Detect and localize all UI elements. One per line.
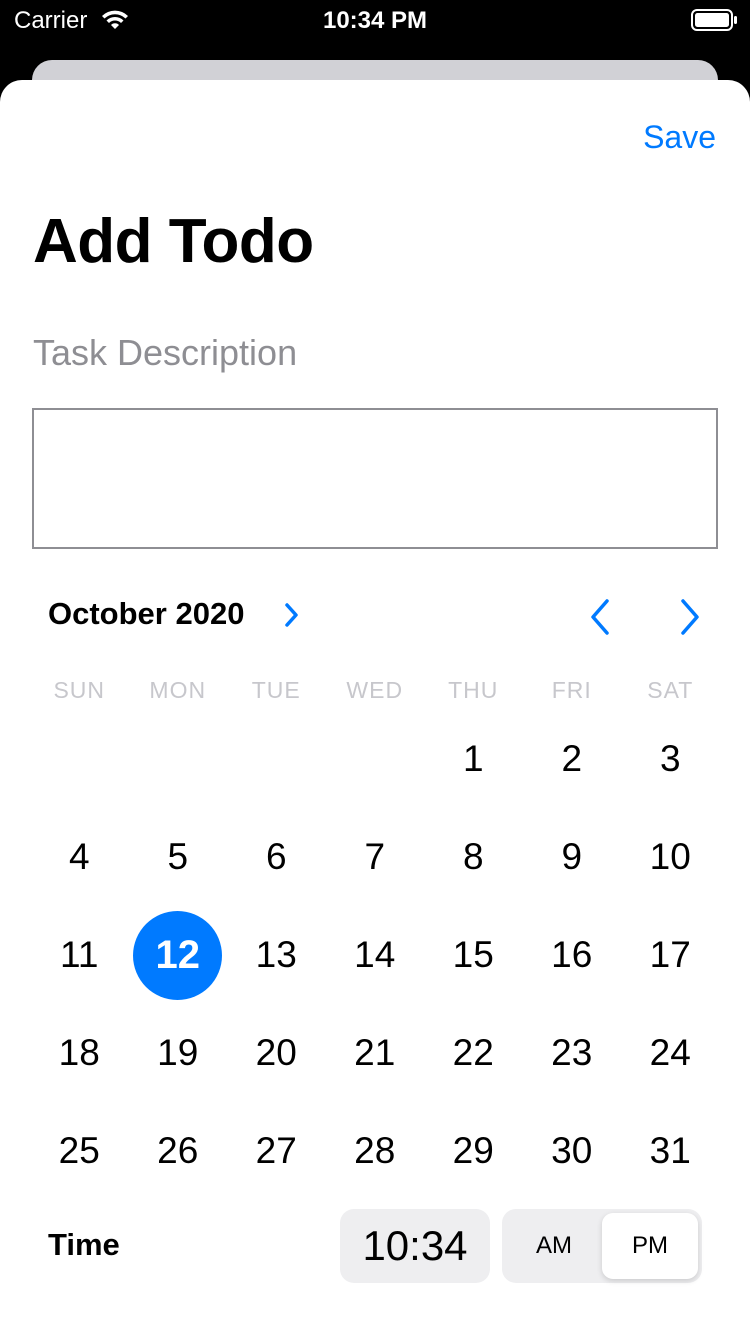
weekday-label: FRI (551, 677, 592, 703)
empty-day-cell (30, 710, 129, 808)
calendar-day[interactable]: 3 (621, 710, 720, 808)
calendar-day[interactable]: 29 (424, 1102, 523, 1200)
calendar-day[interactable]: 16 (523, 906, 622, 1004)
chevron-right-icon[interactable] (284, 602, 300, 633)
status-time: 10:34 PM (322, 7, 428, 34)
weekday-label: TUE (251, 677, 301, 703)
calendar-day-number: 17 (649, 934, 691, 975)
calendar-day-number: 1 (462, 738, 484, 779)
calendar-day-number: 21 (354, 1032, 396, 1073)
calendar-day-number: 4 (68, 836, 90, 877)
calendar-day-number: 7 (364, 836, 386, 877)
calendar-day-number: 6 (265, 836, 287, 877)
month-year-label[interactable]: October 2020 (48, 596, 244, 632)
weekday-label: MON (149, 677, 207, 703)
calendar-day-number: 22 (452, 1032, 494, 1073)
calendar-day[interactable]: 1 (424, 710, 523, 808)
calendar-day-number: 13 (255, 934, 297, 975)
calendar-day[interactable]: 23 (523, 1004, 622, 1102)
calendar-day[interactable]: 9 (523, 808, 622, 906)
weekday-label: WED (346, 677, 404, 703)
calendar-day-number: 26 (157, 1130, 199, 1171)
calendar-day-number: 27 (255, 1130, 297, 1171)
calendar-day[interactable]: 8 (424, 808, 523, 906)
weekday-label: THU (448, 677, 499, 703)
calendar-day[interactable]: 2 (523, 710, 622, 808)
calendar-day[interactable]: 31 (621, 1102, 720, 1200)
battery-icon (691, 9, 737, 38)
pm-segment[interactable]: PM (602, 1213, 698, 1279)
calendar-day-number: 31 (649, 1130, 691, 1171)
calendar-day-number: 15 (452, 934, 494, 975)
calendar-day[interactable]: 18 (30, 1004, 129, 1102)
calendar-day-selected[interactable]: 12 (129, 906, 228, 1004)
calendar-day-number: 20 (255, 1032, 297, 1073)
calendar-day-number: 10 (649, 836, 691, 877)
calendar-day[interactable]: 17 (621, 906, 720, 1004)
calendar-day[interactable]: 24 (621, 1004, 720, 1102)
add-todo-sheet: Save Add Todo Task Description October 2… (0, 80, 750, 1334)
calendar-day-number: 5 (167, 836, 189, 877)
calendar-day-number: 28 (354, 1130, 396, 1171)
previous-month-button[interactable] (586, 597, 614, 642)
calendar-day[interactable]: 11 (30, 906, 129, 1004)
calendar-day[interactable]: 22 (424, 1004, 523, 1102)
empty-day-cell (326, 710, 425, 808)
calendar-day[interactable]: 26 (129, 1102, 228, 1200)
calendar-day-number: 16 (551, 934, 593, 975)
task-description-input[interactable] (32, 408, 718, 549)
calendar-day[interactable]: 14 (326, 906, 425, 1004)
save-button[interactable]: Save (643, 119, 716, 156)
calendar-day-number: 12 (133, 910, 223, 1000)
calendar-day-number: 14 (354, 934, 396, 975)
weekday-label: SAT (647, 677, 694, 703)
calendar-day[interactable]: 4 (30, 808, 129, 906)
calendar-day-number: 11 (60, 934, 99, 975)
calendar-day[interactable]: 27 (227, 1102, 326, 1200)
calendar-day[interactable]: 28 (326, 1102, 425, 1200)
calendar-day[interactable]: 7 (326, 808, 425, 906)
calendar-day[interactable]: 5 (129, 808, 228, 906)
calendar-day-number: 25 (58, 1130, 100, 1171)
calendar-day-number: 29 (452, 1130, 494, 1171)
calendar-day-number: 24 (649, 1032, 691, 1073)
calendar-day[interactable]: 13 (227, 906, 326, 1004)
calendar-day[interactable]: 30 (523, 1102, 622, 1200)
calendar-day[interactable]: 15 (424, 906, 523, 1004)
calendar-day-number: 30 (551, 1130, 593, 1171)
calendar-day-number: 19 (157, 1032, 199, 1073)
am-segment[interactable]: AM (506, 1213, 602, 1279)
status-bar: Carrier 10:34 PM (0, 0, 750, 40)
calendar-day[interactable]: 10 (621, 808, 720, 906)
calendar-day[interactable]: 20 (227, 1004, 326, 1102)
calendar-day-number: 8 (462, 836, 484, 877)
time-label: Time (48, 1227, 120, 1262)
calendar-day-number: 2 (561, 738, 583, 779)
empty-day-cell (129, 710, 228, 808)
calendar-day[interactable]: 6 (227, 808, 326, 906)
weekday-label: SUN (53, 677, 106, 703)
weekday-header: SUN MON TUE WED THU FRI SAT (30, 677, 720, 707)
next-month-button[interactable] (676, 597, 704, 642)
calendar-day-number: 3 (659, 738, 681, 779)
empty-day-cell (227, 710, 326, 808)
calendar-day-number: 18 (58, 1032, 100, 1073)
calendar-day-grid: 1 2 3 4 5 6 7 8 9 10 11 12 13 14 15 16 17 18 19 20 21 22 23 24 2… (30, 710, 720, 1200)
calendar-day[interactable]: 21 (326, 1004, 425, 1102)
page-title: Add Todo (33, 207, 314, 276)
am-pm-segmented-control: AM PM (502, 1209, 702, 1283)
calendar-day-number: 23 (551, 1032, 593, 1073)
calendar-day[interactable]: 19 (129, 1004, 228, 1102)
time-field[interactable]: 10:34 (340, 1209, 490, 1283)
task-description-label: Task Description (33, 332, 298, 373)
calendar-day-number: 9 (561, 836, 583, 877)
calendar-day[interactable]: 25 (30, 1102, 129, 1200)
